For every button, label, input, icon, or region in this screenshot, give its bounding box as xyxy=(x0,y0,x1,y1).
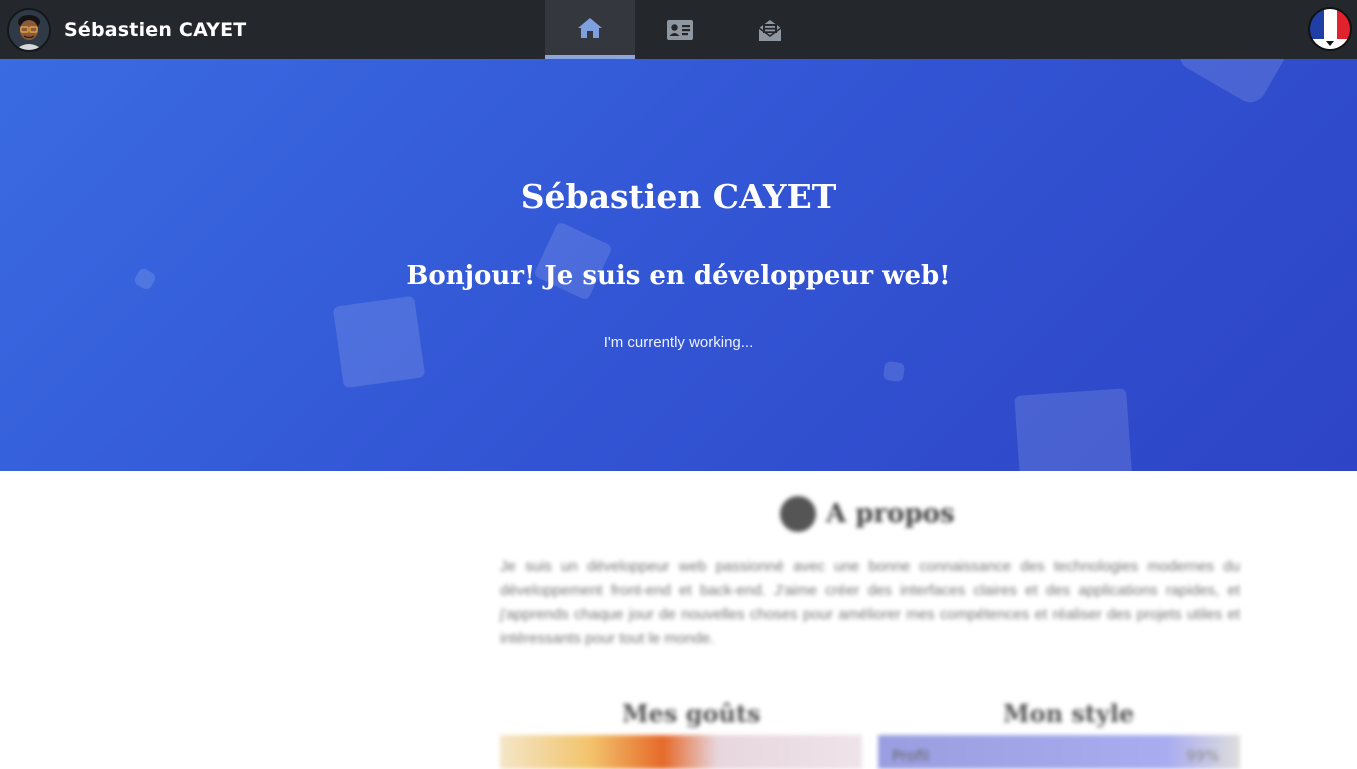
main-content: A propos Je suis un développeur web pass… xyxy=(0,471,1357,769)
home-icon xyxy=(578,17,602,38)
avatar[interactable] xyxy=(7,8,51,52)
language-switcher[interactable] xyxy=(1308,7,1352,51)
tab-about[interactable] xyxy=(635,0,725,59)
about-title: A propos xyxy=(826,499,955,529)
nav-tabs xyxy=(545,0,815,59)
hero-status-text: I'm currently working... xyxy=(603,334,754,351)
left-column-title: Mes goûts xyxy=(622,699,761,728)
brand[interactable]: Sébastien CAYET xyxy=(7,7,246,53)
skill-bar-label: Profil xyxy=(892,747,930,765)
envelope-open-icon xyxy=(758,19,782,41)
interest-image xyxy=(500,735,862,769)
about-text: Je suis un développeur web passionné ave… xyxy=(500,558,1240,647)
right-column-title: Mon style xyxy=(1003,699,1135,728)
decorative-shape xyxy=(1173,59,1292,109)
avatar-icon xyxy=(9,10,49,50)
decorative-shape xyxy=(882,360,906,383)
france-flag-icon xyxy=(1310,9,1350,49)
tab-contact[interactable] xyxy=(725,0,815,59)
hero-title: Sébastien CAYET xyxy=(520,177,837,216)
decorative-shape xyxy=(1014,388,1134,471)
skill-bar-value: 99% xyxy=(1186,747,1220,765)
top-navbar: Sébastien CAYET xyxy=(0,0,1357,59)
id-card-icon xyxy=(667,19,693,40)
about-heading: A propos xyxy=(780,496,955,532)
brand-name[interactable]: Sébastien CAYET xyxy=(64,19,246,41)
user-icon xyxy=(780,496,816,532)
hero-subtitle: Bonjour! Je suis en développeur web! xyxy=(406,261,951,291)
hero-banner: Sébastien CAYET Bonjour! Je suis en déve… xyxy=(0,59,1357,471)
tab-home[interactable] xyxy=(545,0,635,59)
